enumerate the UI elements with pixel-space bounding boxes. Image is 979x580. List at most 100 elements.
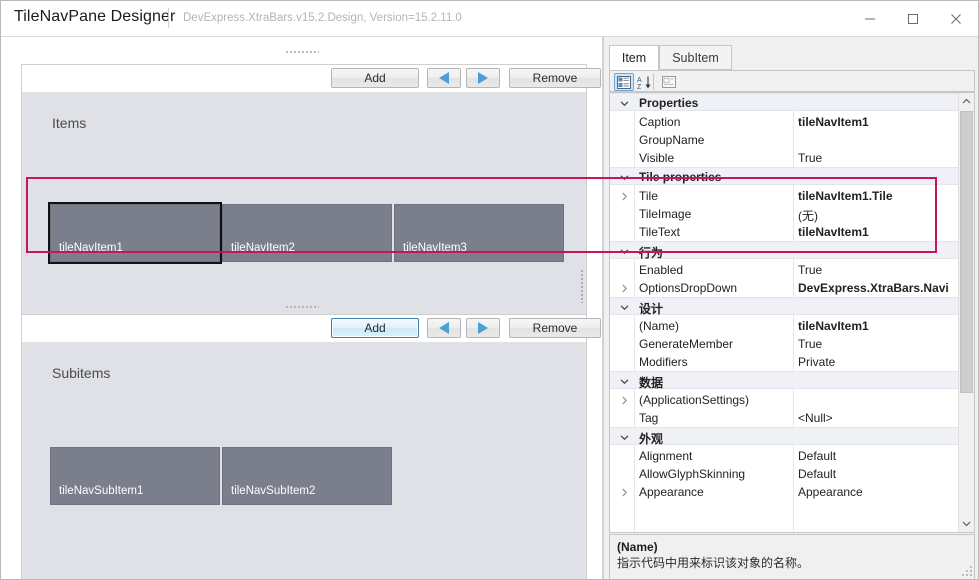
property-name: Tag [639, 411, 659, 425]
tab-subitem[interactable]: SubItem [659, 45, 732, 70]
chevron-down-icon[interactable] [618, 374, 630, 388]
designer-surface: Add Remove Items tileNavItem1 tileNavIte… [1, 37, 602, 579]
property-tabs: Item SubItem [609, 45, 975, 70]
scroll-down-icon[interactable] [959, 515, 974, 532]
property-value[interactable]: tileNavItem1 [798, 225, 956, 239]
items-canvas[interactable]: Items tileNavItem1 tileNavItem2 tileNavI… [22, 93, 586, 335]
subitems-add-button[interactable]: Add [331, 318, 419, 338]
property-row[interactable]: (Name) tileNavItem1 [610, 317, 959, 335]
property-value[interactable]: (无) [798, 207, 956, 224]
property-row[interactable]: Modifiers Private [610, 353, 959, 371]
tile-nav-subitem-2[interactable]: tileNavSubItem2 [222, 447, 392, 505]
property-row[interactable]: GroupName [610, 131, 959, 149]
property-row[interactable]: Alignment Default [610, 447, 959, 465]
property-row[interactable]: TileText tileNavItem1 [610, 223, 959, 241]
property-value[interactable]: True [798, 263, 956, 277]
svg-text:Z: Z [637, 84, 642, 90]
chevron-right-icon[interactable] [618, 189, 630, 203]
vertical-splitter-grip[interactable] [579, 269, 584, 303]
property-name: TileImage [639, 207, 692, 221]
property-row[interactable]: OptionsDropDown DevExpress.XtraBars.Navi [610, 279, 959, 297]
tab-item[interactable]: Item [609, 45, 659, 70]
property-name: Tile [639, 189, 658, 203]
maximize-button[interactable] [891, 1, 934, 36]
property-value[interactable]: tileNavItem1.Tile [798, 189, 956, 203]
tile-nav-item-2[interactable]: tileNavItem2 [222, 204, 392, 262]
property-name: Caption [639, 115, 681, 129]
alphabetical-sort-icon[interactable]: A Z [635, 73, 655, 91]
scrollbar-thumb[interactable] [960, 111, 973, 393]
property-row[interactable]: TileImage (无) [610, 205, 959, 223]
items-move-left-button[interactable] [427, 68, 461, 88]
property-row[interactable]: Enabled True [610, 261, 959, 279]
items-remove-button[interactable]: Remove [509, 68, 601, 88]
minimize-button[interactable] [848, 1, 891, 36]
chevron-down-icon[interactable] [618, 96, 630, 110]
property-row[interactable]: Tile tileNavItem1.Tile [610, 187, 959, 205]
property-category-row[interactable]: 外观 [610, 427, 959, 446]
property-row[interactable]: Tag <Null> [610, 409, 959, 427]
property-row[interactable]: Visible True [610, 149, 959, 167]
chevron-right-icon[interactable] [618, 393, 630, 407]
items-add-button[interactable]: Add [331, 68, 419, 88]
property-value[interactable]: Default [798, 467, 956, 481]
property-category-row[interactable]: Tile properties [610, 167, 959, 185]
scroll-up-icon[interactable] [959, 93, 974, 110]
property-grid-scrollbar[interactable] [958, 93, 974, 532]
tilenavpane-designer-window: TileNavPane Designer DevExpress.XtraBars… [0, 0, 979, 580]
property-name: Alignment [639, 449, 693, 463]
property-value[interactable]: <Null> [798, 411, 956, 425]
chevron-right-icon[interactable] [618, 485, 630, 499]
subitems-panel: Add Remove Subitems tileNavSubItem1 tile… [21, 314, 601, 579]
subitems-move-left-button[interactable] [427, 318, 461, 338]
items-panel-splitter-grip[interactable] [285, 49, 319, 54]
panels-splitter-grip[interactable] [285, 304, 319, 309]
tile-label: tileNavSubItem2 [231, 485, 316, 497]
property-grid[interactable]: Properties Caption tileNavItem1 GroupName Vi… [609, 92, 975, 533]
subitems-remove-button[interactable]: Remove [509, 318, 601, 338]
property-category-row[interactable]: Properties [610, 93, 959, 111]
subitems-canvas[interactable]: Subitems tileNavSubItem1 tileNavSubItem2 [22, 343, 586, 579]
property-value[interactable]: DevExpress.XtraBars.Navi [798, 281, 956, 295]
arrow-right-icon [478, 322, 488, 334]
tile-nav-subitem-1[interactable]: tileNavSubItem1 [50, 447, 220, 505]
resize-grip-icon[interactable] [961, 563, 975, 577]
property-value[interactable]: True [798, 337, 956, 351]
tile-nav-item-3[interactable]: tileNavItem3 [394, 204, 564, 262]
property-value[interactable]: Appearance [798, 485, 956, 499]
items-move-right-button[interactable] [466, 68, 500, 88]
property-row[interactable]: AllowGlyphSkinning Default [610, 465, 959, 483]
property-pages-icon[interactable] [659, 73, 679, 91]
property-name: Tile properties [639, 170, 722, 184]
property-value[interactable]: True [798, 151, 956, 165]
property-value[interactable]: tileNavItem1 [798, 115, 956, 129]
property-row[interactable]: Appearance Appearance [610, 483, 959, 501]
property-row[interactable]: (ApplicationSettings) [610, 391, 959, 409]
property-row[interactable]: Caption tileNavItem1 [610, 113, 959, 131]
property-row[interactable]: GenerateMember True [610, 335, 959, 353]
close-button[interactable] [934, 1, 977, 36]
chevron-down-icon[interactable] [618, 170, 630, 184]
subitems-move-right-button[interactable] [466, 318, 500, 338]
property-category-row[interactable]: 行为 [610, 241, 959, 260]
tile-label: tileNavItem3 [403, 242, 467, 254]
property-value[interactable]: Default [798, 449, 956, 463]
property-name: AllowGlyphSkinning [639, 467, 746, 481]
property-name: (ApplicationSettings) [639, 393, 750, 407]
tile-nav-item-1[interactable]: tileNavItem1 [48, 202, 222, 264]
description-text: 指示代码中用来标识该对象的名称。 [617, 556, 810, 570]
property-value[interactable]: tileNavItem1 [798, 319, 956, 333]
assembly-version-label: DevExpress.XtraBars.v15.2.Design, Versio… [183, 12, 462, 24]
page-title: TileNavPane Designer [14, 8, 176, 25]
property-pane: Item SubItem A Z Properties Caption tile… [604, 37, 978, 579]
items-toolbar: Add Remove [22, 65, 601, 93]
items-panel: Add Remove Items tileNavItem1 tileNavIte… [21, 64, 601, 336]
property-category-row[interactable]: 数据 [610, 371, 959, 390]
categorized-view-icon[interactable] [614, 73, 634, 91]
chevron-down-icon[interactable] [618, 244, 630, 258]
chevron-down-icon[interactable] [618, 300, 630, 314]
chevron-right-icon[interactable] [618, 281, 630, 295]
chevron-down-icon[interactable] [618, 430, 630, 444]
property-category-row[interactable]: 设计 [610, 297, 959, 316]
property-value[interactable]: Private [798, 355, 956, 369]
